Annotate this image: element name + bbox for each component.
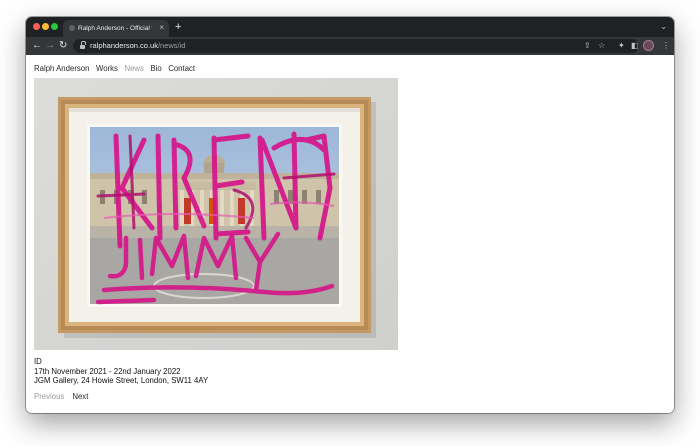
star-icon[interactable]: ☆ bbox=[598, 39, 605, 53]
share-icon[interactable]: ⇪ bbox=[584, 39, 591, 53]
maximize-window-button[interactable] bbox=[51, 23, 58, 30]
minimize-window-button[interactable] bbox=[42, 23, 49, 30]
nav-contact-link[interactable]: Contact bbox=[168, 64, 195, 73]
address-bar[interactable]: ralphanderson.co.uk/news/id bbox=[73, 39, 639, 53]
lock-icon[interactable] bbox=[80, 41, 86, 49]
url-path: /news/id bbox=[157, 41, 186, 50]
web-page: Ralph Anderson Works News Bio Contact ID… bbox=[26, 55, 674, 413]
back-icon[interactable]: ← bbox=[32, 39, 42, 53]
forward-icon[interactable]: → bbox=[45, 39, 55, 53]
tab-active[interactable]: Ralph Anderson - Official websi × bbox=[63, 20, 169, 37]
site-nav: Ralph Anderson Works News Bio Contact bbox=[34, 64, 202, 73]
exhibition-venue: JGM Gallery, 24 Howie Street, London, SW… bbox=[34, 376, 209, 385]
new-tab-button[interactable]: + bbox=[175, 20, 181, 34]
menu-icon[interactable]: ⋮ bbox=[662, 39, 670, 53]
tab-search-icon[interactable]: ⌄ bbox=[660, 20, 667, 34]
url-text[interactable]: ralphanderson.co.uk/news/id bbox=[90, 39, 185, 53]
artwork-image bbox=[34, 78, 398, 350]
tab-title: Ralph Anderson - Official websi bbox=[78, 25, 152, 32]
browser-toolbar: ← → ↻ ralphanderson.co.uk/news/id ⇪ ☆ ✦ … bbox=[26, 37, 674, 55]
tab-close-icon[interactable]: × bbox=[159, 22, 164, 34]
nav-news-link[interactable]: News bbox=[124, 64, 144, 73]
tab-strip: Ralph Anderson - Official websi × + ⌄ bbox=[26, 17, 674, 37]
nav-home-link[interactable]: Ralph Anderson bbox=[34, 64, 89, 73]
exhibition-dates: 17th November 2021 - 22nd January 2022 bbox=[34, 366, 181, 376]
reload-icon[interactable]: ↻ bbox=[59, 39, 67, 53]
extensions-icon[interactable]: ✦ bbox=[618, 39, 625, 53]
next-link[interactable]: Next bbox=[72, 392, 88, 401]
browser-window: Ralph Anderson - Official websi × + ⌄ ← … bbox=[26, 17, 674, 413]
url-domain: ralphanderson.co.uk bbox=[90, 41, 158, 50]
nav-bio-link[interactable]: Bio bbox=[150, 64, 161, 73]
side-panel-icon[interactable]: ◧ bbox=[631, 39, 639, 53]
exhibition-title: ID bbox=[34, 357, 42, 366]
favicon-icon bbox=[69, 25, 75, 31]
previous-link[interactable]: Previous bbox=[34, 392, 64, 401]
pagination: Previous Next bbox=[34, 392, 88, 401]
nav-works-link[interactable]: Works bbox=[96, 64, 118, 73]
profile-avatar[interactable] bbox=[643, 40, 654, 51]
close-window-button[interactable] bbox=[33, 23, 40, 30]
exhibition-caption: ID 17th November 2021 - 22nd January 202… bbox=[34, 357, 208, 386]
